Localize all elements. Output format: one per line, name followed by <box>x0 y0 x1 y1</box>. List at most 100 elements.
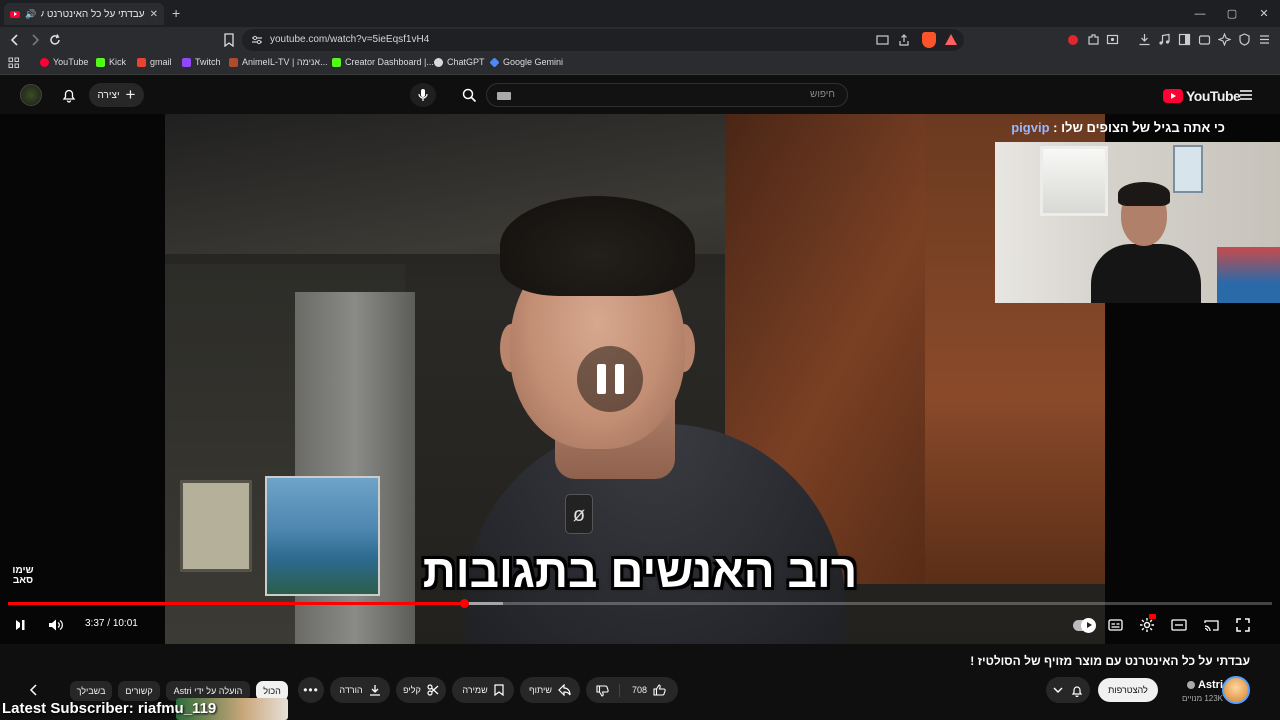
keyboard-icon[interactable] <box>497 92 511 100</box>
media-icon[interactable] <box>1158 33 1171 46</box>
bookmark-kick[interactable]: Kick <box>96 57 126 67</box>
download-button[interactable]: הורדה <box>330 677 390 703</box>
create-button[interactable]: יצירה + <box>89 83 144 107</box>
bookmark-animeil[interactable]: AnimeIL-TV | אנימה... <box>229 57 328 67</box>
bookmark-twitch[interactable]: Twitch <box>182 57 221 67</box>
cast-button[interactable] <box>1200 614 1222 636</box>
omnibox[interactable]: youtube.com/watch?v=5ieEqsf1vH4 <box>242 29 964 51</box>
voice-search-button[interactable] <box>410 83 436 107</box>
youtube-logo[interactable]: YouTube <box>1163 88 1241 104</box>
animeil-icon <box>229 57 238 67</box>
browser-tab-bar: 🔊 עבדתי על כל האינטרנט עם מו... ✕ + — ▢ … <box>0 0 1280 27</box>
apps-grid-icon[interactable] <box>8 57 20 69</box>
like-button[interactable]: 708 <box>620 683 678 697</box>
chevron-left-icon[interactable] <box>28 684 40 696</box>
bookmark-creator-dashboard[interactable]: Creator Dashboard |... <box>332 57 434 67</box>
guide-menu-icon[interactable] <box>1239 88 1253 102</box>
bookmark-chatgpt[interactable]: ChatGPT <box>434 57 485 67</box>
channel-avatar[interactable] <box>1222 676 1250 704</box>
extension-red-icon[interactable] <box>1068 35 1078 45</box>
site-settings-icon[interactable] <box>251 34 263 46</box>
bookmark-page-icon[interactable] <box>223 33 235 47</box>
browser-tab[interactable]: 🔊 עבדתי על כל האינטרנט עם מו... ✕ <box>4 3 164 25</box>
theater-mode-button[interactable] <box>1168 614 1190 636</box>
download-icon[interactable] <box>1138 33 1151 46</box>
share-page-icon[interactable] <box>898 34 910 46</box>
subscription-bell-button[interactable] <box>1046 677 1090 703</box>
subscriber-count: 123K מנויים <box>1181 694 1223 703</box>
youtube-favicon-icon <box>10 10 20 18</box>
chip-for-you[interactable]: בשבילך <box>70 681 112 701</box>
new-tab-button[interactable]: + <box>172 5 180 21</box>
more-actions-button[interactable]: ••• <box>298 677 324 703</box>
bell-icon <box>1071 685 1083 697</box>
progress-bar[interactable] <box>8 599 1272 608</box>
minimize-button[interactable]: — <box>1184 0 1216 27</box>
maximize-button[interactable]: ▢ <box>1216 0 1248 27</box>
webcam-label-username: pigvip <box>1011 120 1050 135</box>
bookmark-google-gemini[interactable]: Google Gemini <box>489 56 563 68</box>
video-player[interactable]: ø רוב האנשים בתגובות כי אתה בגיל של הצופ… <box>0 114 1280 644</box>
progress-scrubber[interactable] <box>459 599 469 608</box>
menu-icon[interactable] <box>1258 33 1271 46</box>
fullscreen-button[interactable] <box>1232 614 1254 636</box>
scissors-icon <box>427 684 439 696</box>
speaker-icon[interactable]: 🔊 <box>25 9 36 20</box>
autoplay-toggle[interactable] <box>1072 614 1096 636</box>
search-button[interactable] <box>454 83 484 107</box>
cast-icon <box>1203 619 1219 631</box>
forward-icon[interactable] <box>28 33 42 47</box>
time-current: 3:37 <box>85 618 105 629</box>
twitch-icon <box>182 57 191 67</box>
cast-icon[interactable] <box>876 34 889 46</box>
search-icon <box>462 88 476 102</box>
search-input[interactable]: חיפוש <box>486 83 848 107</box>
brave-shields-icon[interactable] <box>922 32 936 48</box>
pause-overlay-icon[interactable] <box>577 346 643 412</box>
channel-watermark[interactable]: שימו סאב <box>8 566 38 586</box>
close-tab-icon[interactable]: ✕ <box>150 9 158 20</box>
extensions-icon[interactable] <box>1087 33 1100 46</box>
save-button[interactable]: שמירה <box>452 677 514 703</box>
channel-name[interactable]: Astri <box>1186 679 1223 691</box>
chevron-down-icon <box>1053 687 1063 693</box>
settings-button[interactable] <box>1136 614 1158 636</box>
person-hair <box>500 196 695 296</box>
bookmark-gmail[interactable]: gmail <box>137 57 172 67</box>
avatar[interactable] <box>20 84 42 106</box>
latest-subscriber-overlay: Latest Subscriber: riafmu_119 <box>2 700 217 717</box>
wallet-icon[interactable] <box>1198 33 1211 46</box>
subtitles-button[interactable] <box>1104 614 1126 636</box>
gear-icon <box>1140 618 1154 632</box>
leo-ai-icon[interactable] <box>1218 33 1231 46</box>
share-button[interactable]: שיתוף <box>520 677 580 703</box>
play-pause-button[interactable] <box>10 614 32 636</box>
dislike-button[interactable] <box>586 683 620 697</box>
bookmark-youtube[interactable]: YouTube <box>40 57 88 67</box>
youtube-masthead: יצירה + חיפוש YouTube <box>0 76 1280 114</box>
vpn-shield-icon[interactable] <box>1238 33 1251 46</box>
thumbs-down-icon <box>596 684 609 697</box>
bookmark-icon <box>494 684 504 696</box>
hd-badge-icon <box>1149 614 1156 619</box>
clip-button[interactable]: קליפ <box>396 677 446 703</box>
chip-related[interactable]: קשורים <box>118 681 160 701</box>
gemini-icon <box>489 56 500 68</box>
like-count: 708 <box>631 685 648 695</box>
address-bar-row: youtube.com/watch?v=5ieEqsf1vH4 <box>0 27 1280 53</box>
volume-icon <box>49 619 63 631</box>
bookmarks-bar: YouTube Kick gmail Twitch AnimeIL-TV | א… <box>0 53 1280 75</box>
brave-rewards-icon[interactable] <box>945 34 957 45</box>
wallet-extension-icon[interactable] <box>1106 33 1119 46</box>
webcam-label: כי אתה בגיל של הצופים שלו : pigvip <box>995 120 1280 135</box>
close-window-button[interactable]: ✕ <box>1248 0 1280 27</box>
sidebar-icon[interactable] <box>1178 33 1191 46</box>
back-icon[interactable] <box>8 33 22 47</box>
reload-icon[interactable] <box>48 33 62 47</box>
window-controls: — ▢ ✕ <box>1184 0 1280 27</box>
notifications-bell-icon[interactable] <box>61 87 77 103</box>
more-icon: ••• <box>303 683 319 697</box>
subscribe-button[interactable]: להצטרפות <box>1098 678 1158 702</box>
volume-button[interactable] <box>45 614 67 636</box>
time-total: 10:01 <box>112 618 138 629</box>
